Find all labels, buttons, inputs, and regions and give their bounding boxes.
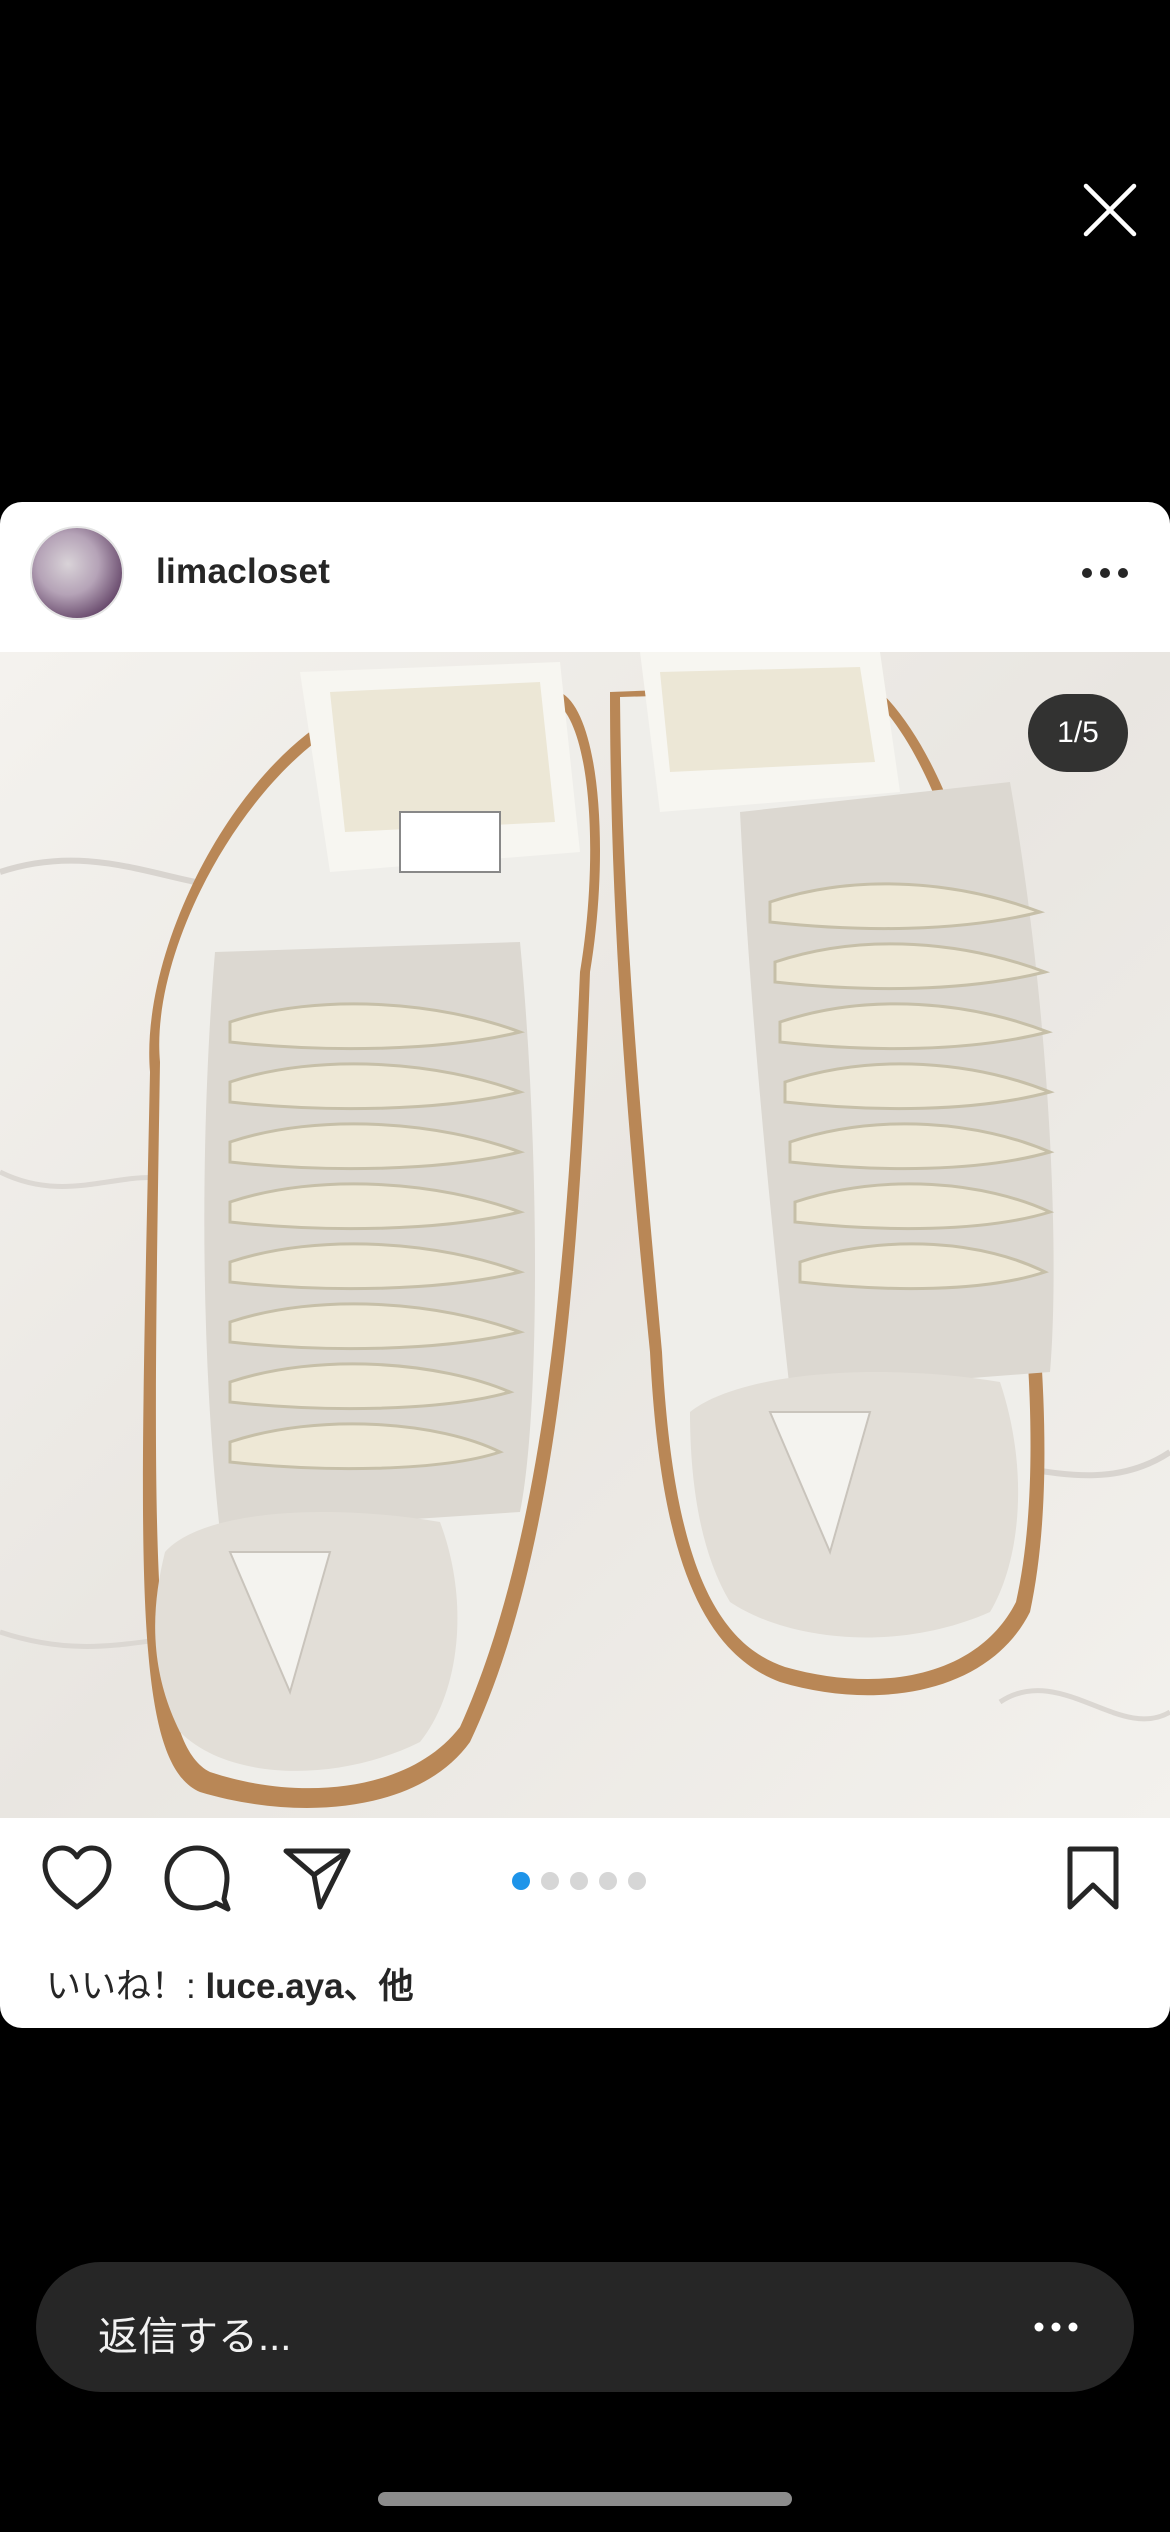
username[interactable]: limacloset bbox=[156, 552, 330, 592]
send-icon bbox=[283, 1848, 351, 1910]
share-button[interactable] bbox=[272, 1833, 362, 1923]
carousel-dot bbox=[570, 1872, 588, 1890]
bookmark-icon bbox=[1067, 1846, 1119, 1910]
carousel-dot bbox=[541, 1872, 559, 1890]
carousel-dot bbox=[599, 1872, 617, 1890]
reply-options-button[interactable] bbox=[1016, 2302, 1096, 2352]
post-header: limacloset bbox=[0, 502, 1170, 652]
likes-suffix: 、他 bbox=[343, 1967, 414, 2006]
sneakers-image bbox=[0, 652, 1170, 1818]
carousel-indicator bbox=[512, 1872, 646, 1890]
like-button[interactable] bbox=[32, 1833, 122, 1923]
reply-input[interactable]: 返信する... bbox=[36, 2262, 1134, 2392]
home-indicator[interactable] bbox=[378, 2492, 792, 2506]
likes-line[interactable]: いいね！: luce.aya、他 bbox=[46, 1958, 414, 2009]
post-actions bbox=[0, 1818, 1170, 1938]
image-counter: 1/5 bbox=[1028, 694, 1128, 772]
more-horizontal-icon bbox=[1034, 2322, 1078, 2332]
reply-placeholder: 返信する... bbox=[98, 2315, 292, 2359]
post-photo[interactable]: 1/5 bbox=[0, 652, 1170, 1818]
close-button[interactable] bbox=[1068, 168, 1152, 252]
carousel-dot bbox=[628, 1872, 646, 1890]
shared-post-card[interactable]: limacloset 1/5 いいね！: luce.aya、他 bbox=[0, 502, 1170, 2028]
avatar[interactable] bbox=[30, 526, 124, 620]
post-options-button[interactable] bbox=[1070, 548, 1140, 598]
comment-icon bbox=[164, 1845, 231, 1912]
carousel-dot bbox=[512, 1872, 530, 1890]
close-icon bbox=[1083, 183, 1137, 237]
comment-button[interactable] bbox=[152, 1833, 242, 1923]
more-horizontal-icon bbox=[1082, 568, 1128, 578]
likes-prefix: いいね！: bbox=[46, 1967, 206, 2006]
heart-icon bbox=[42, 1845, 112, 1910]
likes-user[interactable]: luce.aya bbox=[205, 1967, 343, 2006]
save-button[interactable] bbox=[1048, 1833, 1138, 1923]
